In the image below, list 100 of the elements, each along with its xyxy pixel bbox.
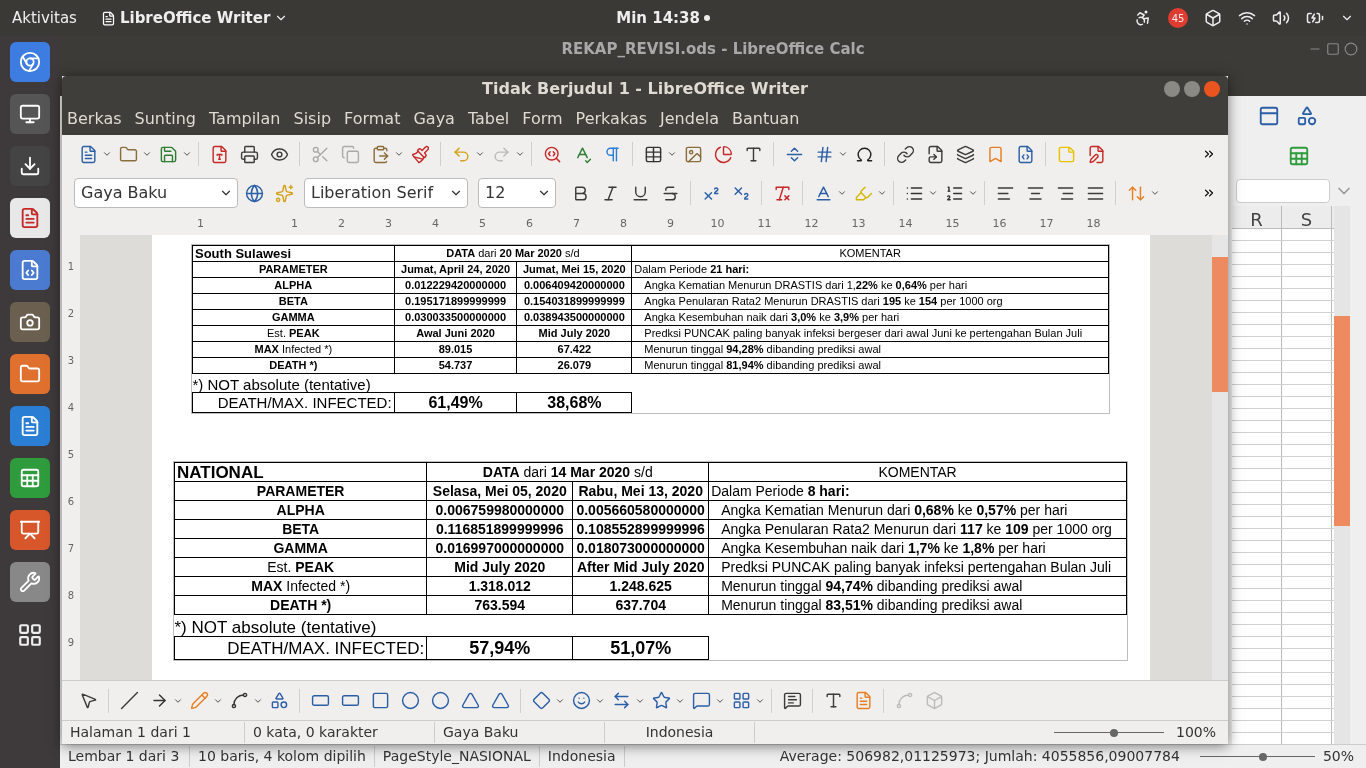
table-cell: 0.195171899999999 <box>405 295 506 307</box>
table-cell: Angka Penularan Rata2 Menurun dari 117 ke 109 per 1000 org <box>721 521 1112 537</box>
ruler-number: 8 <box>66 589 76 603</box>
ruler-number: 8 <box>619 215 628 232</box>
table-cell: 0.018073000000000 <box>576 540 705 556</box>
status-text: Average: 506982,01125973; Jumlah: 4055856,09007784 <box>779 747 1181 766</box>
table-cell: 38,68% <box>547 393 602 411</box>
ruler-number: 4 <box>431 215 440 232</box>
table-cell: 0.038943500000000 <box>523 311 625 323</box>
menu-item[interactable]: Perkakas <box>575 106 648 131</box>
footnote-text: *) NOT absolute (tentative) <box>192 376 371 393</box>
table-cell: Angka Kematian Menurun DRASTIS dari 1,22% ke 0,64% per hari <box>644 279 968 291</box>
ruler-number: 6 <box>525 215 534 232</box>
table-cell: 51,07% <box>610 638 672 658</box>
table-cell: DEATH *) <box>270 597 332 613</box>
font-size-box[interactable]: 12 <box>478 178 556 208</box>
column-header[interactable]: R <box>1232 206 1282 228</box>
app-menu[interactable]: LibreOffice Writer <box>100 6 289 30</box>
ruler-number: 17 <box>1038 215 1055 232</box>
ruler-number: 15 <box>944 215 961 232</box>
menu-item[interactable]: Jendela <box>660 106 719 131</box>
table-cell: PARAMETER <box>256 483 345 499</box>
table-cell: BETA <box>282 521 320 537</box>
menu-item[interactable]: Form <box>522 106 563 131</box>
notification-badge[interactable]: 45 <box>1168 8 1188 28</box>
table-cell: PARAMETER <box>258 263 328 275</box>
table-cell: 1.318.012 <box>468 578 531 594</box>
ruler-number: 3 <box>66 354 76 368</box>
table-title: NATIONAL <box>177 462 264 482</box>
table-cell: MAX Infected *) <box>254 343 333 355</box>
table-cell: Angka Penularan Rata2 Menurun DRASTIS dari 195 ke 154 per 1000 org <box>644 295 1003 307</box>
ruler-number: 5 <box>66 448 76 462</box>
menu-item[interactable]: Sisip <box>293 106 332 131</box>
font-name-box[interactable]: Liberation Serif <box>304 178 468 208</box>
zoom-level[interactable]: 50% <box>1322 746 1366 767</box>
column-header[interactable]: S <box>1282 206 1332 228</box>
table-cell: 0.030033500000000 <box>405 311 506 323</box>
table-cell: Est. PEAK <box>267 327 320 339</box>
table-cell: KOMENTAR <box>878 464 957 480</box>
status-text: Indonesia <box>605 722 755 743</box>
status-text: PageStyle_NASIONAL <box>374 746 540 767</box>
menu-item[interactable]: Tabel <box>467 106 510 131</box>
table-cell: GAMMA <box>271 311 315 323</box>
paragraph-style-box[interactable]: Gaya Baku <box>74 178 238 208</box>
clock[interactable]: Min 14:38 <box>616 6 700 30</box>
ruler-number: 1 <box>66 260 76 274</box>
table-cell: Selasa, Mei 05, 2020 <box>432 483 567 499</box>
table-cell: Jumat, Mei 15, 2020 <box>523 263 626 275</box>
zoom-level[interactable]: 100% <box>1175 722 1228 743</box>
ruler-number: 7 <box>572 215 581 232</box>
table-cell: Est. PEAK <box>267 559 335 575</box>
table-cell: 0.016997000000000 <box>435 540 564 556</box>
menu-item[interactable]: Bantuan <box>732 106 800 131</box>
table-cell: 54.737 <box>438 359 473 371</box>
table-cell: 67.422 <box>557 343 592 355</box>
table-cell: 0.116851899999996 <box>435 521 564 537</box>
ruler-number: 4 <box>66 401 76 415</box>
menu-item[interactable]: Sunting <box>134 106 196 131</box>
table-cell: Menurun tinggal 94,28% dibanding prediksi awal <box>644 343 881 355</box>
ruler-number: 6 <box>66 495 76 509</box>
menu-item[interactable]: Berkas <box>67 106 122 131</box>
table-cell: DEATH/MAX. INFECTED: <box>227 638 425 658</box>
table-cell: Dalam Periode 21 hari: <box>634 263 750 275</box>
table-cell: DEATH *) <box>269 359 318 371</box>
status-text: Lembar 1 dari 3 <box>60 746 190 767</box>
table-cell: Menurun tinggal 81,94% dibanding prediksi awal <box>644 359 881 371</box>
menu-item[interactable]: Tampilan <box>209 106 281 131</box>
table-cell: 26.079 <box>557 359 592 371</box>
table-cell: Mid July 2020 <box>538 327 611 339</box>
table-cell: DATA dari 14 Mar 2020 s/d <box>482 464 653 480</box>
ruler-number: 7 <box>66 542 76 556</box>
table-cell: Menurun tinggal 94,74% dibanding prediksi awal <box>721 578 1023 594</box>
status-text: Halaman 1 dari 1 <box>62 722 245 743</box>
menu-item[interactable]: Format <box>344 106 401 131</box>
table-cell: Mid July 2020 <box>454 559 546 575</box>
table-cell: Predksi PUNCAK paling banyak infeksi bergeser dari awal Juni ke pertengahan Bulan Juli <box>644 327 1083 339</box>
ruler-number: 18 <box>1085 215 1102 232</box>
table-cell: Predksi PUNCAK paling banyak infeksi pertengahan Bulan Juli <box>721 559 1112 575</box>
table-cell: Angka Kesembuhan naik dari 3,0% ke 3,9% per hari <box>644 311 900 323</box>
ruler-number: 16 <box>991 215 1008 232</box>
ruler-number: 13 <box>850 215 867 232</box>
activities-button[interactable]: Aktivitas <box>12 6 77 30</box>
table-cell: Awal Juni 2020 <box>416 327 495 339</box>
window-title: REKAP_REVISI.ods - LibreOffice Calc <box>561 38 865 60</box>
menu-item[interactable]: Gaya <box>413 106 455 131</box>
status-text: Gaya Baku <box>435 722 605 743</box>
ruler-number: 10 <box>709 215 726 232</box>
table-cell: BETA <box>278 295 308 307</box>
ruler-number: 5 <box>478 215 487 232</box>
table-cell: 637.704 <box>615 597 666 613</box>
table-title: South Sulawesi <box>195 246 292 261</box>
table-cell: Jumat, April 24, 2020 <box>401 263 511 275</box>
ruler-number: 1 <box>290 215 299 232</box>
table-cell: Dalam Periode 8 hari: <box>711 483 850 499</box>
table-cell: 57,94% <box>469 638 531 658</box>
status-text: 10 baris, 4 kolom dipilih <box>190 746 375 767</box>
ruler-number: 2 <box>66 307 76 321</box>
ruler-number: 1 <box>196 215 205 232</box>
table-cell: ALPHA <box>274 279 313 291</box>
table-cell: MAX Infected *) <box>251 578 351 594</box>
